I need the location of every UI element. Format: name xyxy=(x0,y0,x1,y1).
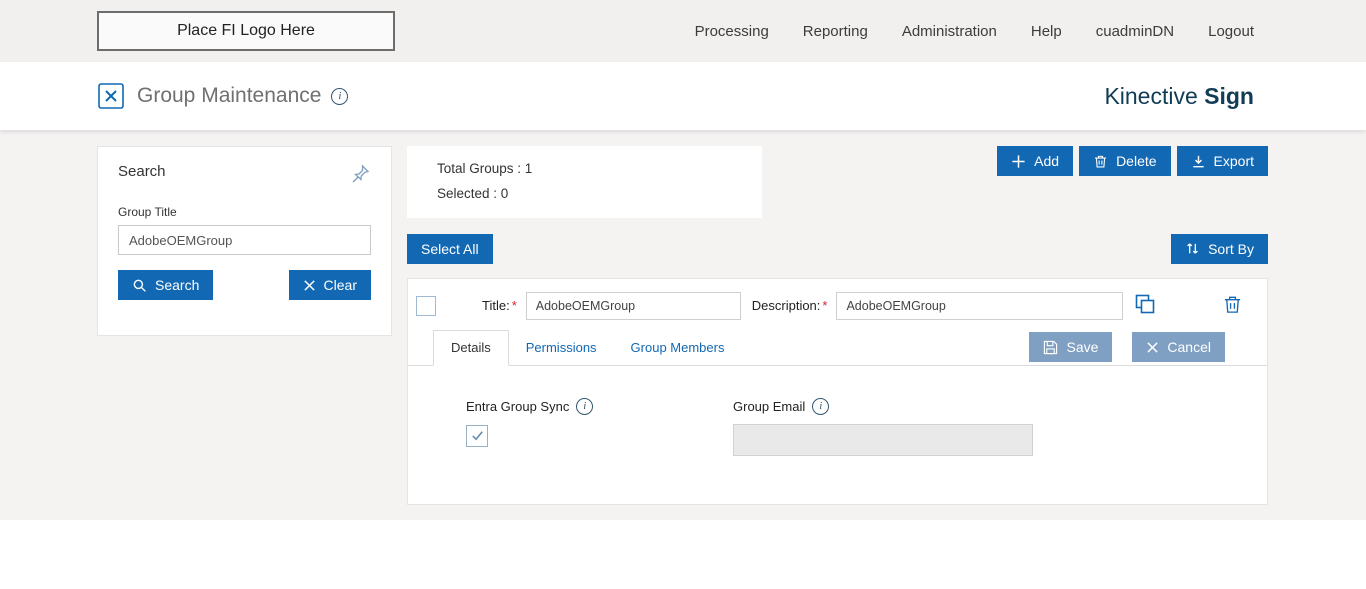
row-select-checkbox[interactable] xyxy=(416,295,436,316)
entra-group-sync-label: Entra Group Sync xyxy=(466,398,570,414)
add-button-label: Add xyxy=(1034,153,1060,169)
page-title: Group Maintenance xyxy=(137,84,322,107)
delete-button-label: Delete xyxy=(1116,153,1157,169)
search-button[interactable]: Search xyxy=(118,270,214,300)
delete-button[interactable]: Delete xyxy=(1079,146,1171,176)
export-button[interactable]: Export xyxy=(1176,146,1268,176)
cancel-button[interactable]: Cancel xyxy=(1132,332,1225,363)
group-maintenance-icon xyxy=(97,82,125,110)
nav-reporting[interactable]: Reporting xyxy=(803,23,868,40)
group-row-fields: Title:* Description:* xyxy=(408,279,1267,330)
title-input[interactable] xyxy=(525,291,741,320)
row-actions: Save Cancel xyxy=(1029,332,1225,363)
brand-name: Kinective xyxy=(1104,82,1198,109)
group-row-card: Title:* Description:* xyxy=(407,277,1268,505)
list-controls: Select All Sort By xyxy=(407,233,1268,264)
plus-icon xyxy=(1011,154,1026,169)
entra-group-sync-checkbox[interactable] xyxy=(466,424,488,447)
search-panel: Search Group Title Search xyxy=(97,146,392,336)
title-field-label: Title: * xyxy=(482,298,517,314)
clear-button[interactable]: Clear xyxy=(288,270,371,300)
clear-button-label: Clear xyxy=(323,277,357,293)
summary-card: Total Groups : 1 Selected : 0 xyxy=(407,146,762,218)
fi-logo-placeholder: Place FI Logo Here xyxy=(97,11,395,51)
copy-button[interactable] xyxy=(1133,292,1157,319)
nav-logout[interactable]: Logout xyxy=(1208,23,1254,40)
main-area: Search Group Title Search xyxy=(0,130,1366,520)
group-email-info-icon[interactable]: i xyxy=(812,397,830,415)
nav-username[interactable]: cuadminDN xyxy=(1096,23,1174,40)
group-title-label: Group Title xyxy=(118,205,177,219)
search-panel-title: Search xyxy=(118,163,166,180)
required-asterisk: * xyxy=(822,298,828,314)
brand-suffix: Sign xyxy=(1204,82,1254,109)
entra-info-icon[interactable]: i xyxy=(576,397,594,415)
content-area: Total Groups : 1 Selected : 0 Add Delete… xyxy=(407,146,1268,505)
x-icon xyxy=(1146,341,1159,354)
top-nav: Processing Reporting Administration Help… xyxy=(695,23,1254,40)
nav-help[interactable]: Help xyxy=(1031,23,1062,40)
add-button[interactable]: Add xyxy=(997,146,1074,176)
copy-icon xyxy=(1133,292,1157,319)
group-title-input[interactable] xyxy=(118,225,371,255)
tab-group-members[interactable]: Group Members xyxy=(614,329,742,365)
save-icon xyxy=(1043,340,1058,355)
pin-icon[interactable] xyxy=(349,163,371,185)
fi-logo-text: Place FI Logo Here xyxy=(177,22,315,39)
trash-icon xyxy=(1222,294,1243,318)
description-field-label: Description: * xyxy=(751,298,828,314)
required-asterisk: * xyxy=(511,298,517,314)
page-info-icon[interactable]: i xyxy=(331,87,349,105)
toolbar: Add Delete Export xyxy=(997,146,1268,176)
cancel-button-label: Cancel xyxy=(1167,339,1211,356)
trash-icon xyxy=(1093,154,1108,169)
description-input[interactable] xyxy=(836,291,1124,320)
download-icon xyxy=(1191,154,1206,169)
search-button-label: Search xyxy=(155,277,200,293)
nav-administration[interactable]: Administration xyxy=(902,23,997,40)
save-button-label: Save xyxy=(1066,339,1099,356)
tab-details[interactable]: Details xyxy=(433,329,509,366)
selected-count-text: Selected : 0 xyxy=(437,185,509,201)
export-button-label: Export xyxy=(1213,153,1254,169)
save-button[interactable]: Save xyxy=(1029,332,1113,363)
row-delete-button[interactable] xyxy=(1222,294,1243,318)
group-email-input xyxy=(733,423,1033,456)
sort-icon xyxy=(1185,241,1200,256)
total-groups-text: Total Groups : 1 xyxy=(437,161,533,176)
x-icon xyxy=(303,279,316,292)
top-bar: Place FI Logo Here Processing Reporting … xyxy=(0,0,1366,62)
brand-logo: Kinective Sign xyxy=(1104,83,1254,110)
group-tabs: Details Permissions Group Members Save C… xyxy=(408,329,1267,366)
title-bar: Group Maintenance i Kinective Sign xyxy=(0,62,1366,130)
select-all-label: Select All xyxy=(421,240,479,257)
nav-processing[interactable]: Processing xyxy=(695,23,769,40)
sort-by-label: Sort By xyxy=(1208,240,1254,257)
group-email-label: Group Email xyxy=(733,398,806,414)
sort-by-button[interactable]: Sort By xyxy=(1171,233,1268,264)
search-icon xyxy=(132,278,147,293)
select-all-button[interactable]: Select All xyxy=(407,233,493,264)
tab-permissions[interactable]: Permissions xyxy=(509,329,614,365)
details-tab-panel: Entra Group Sync i Group Email i xyxy=(408,366,1267,456)
